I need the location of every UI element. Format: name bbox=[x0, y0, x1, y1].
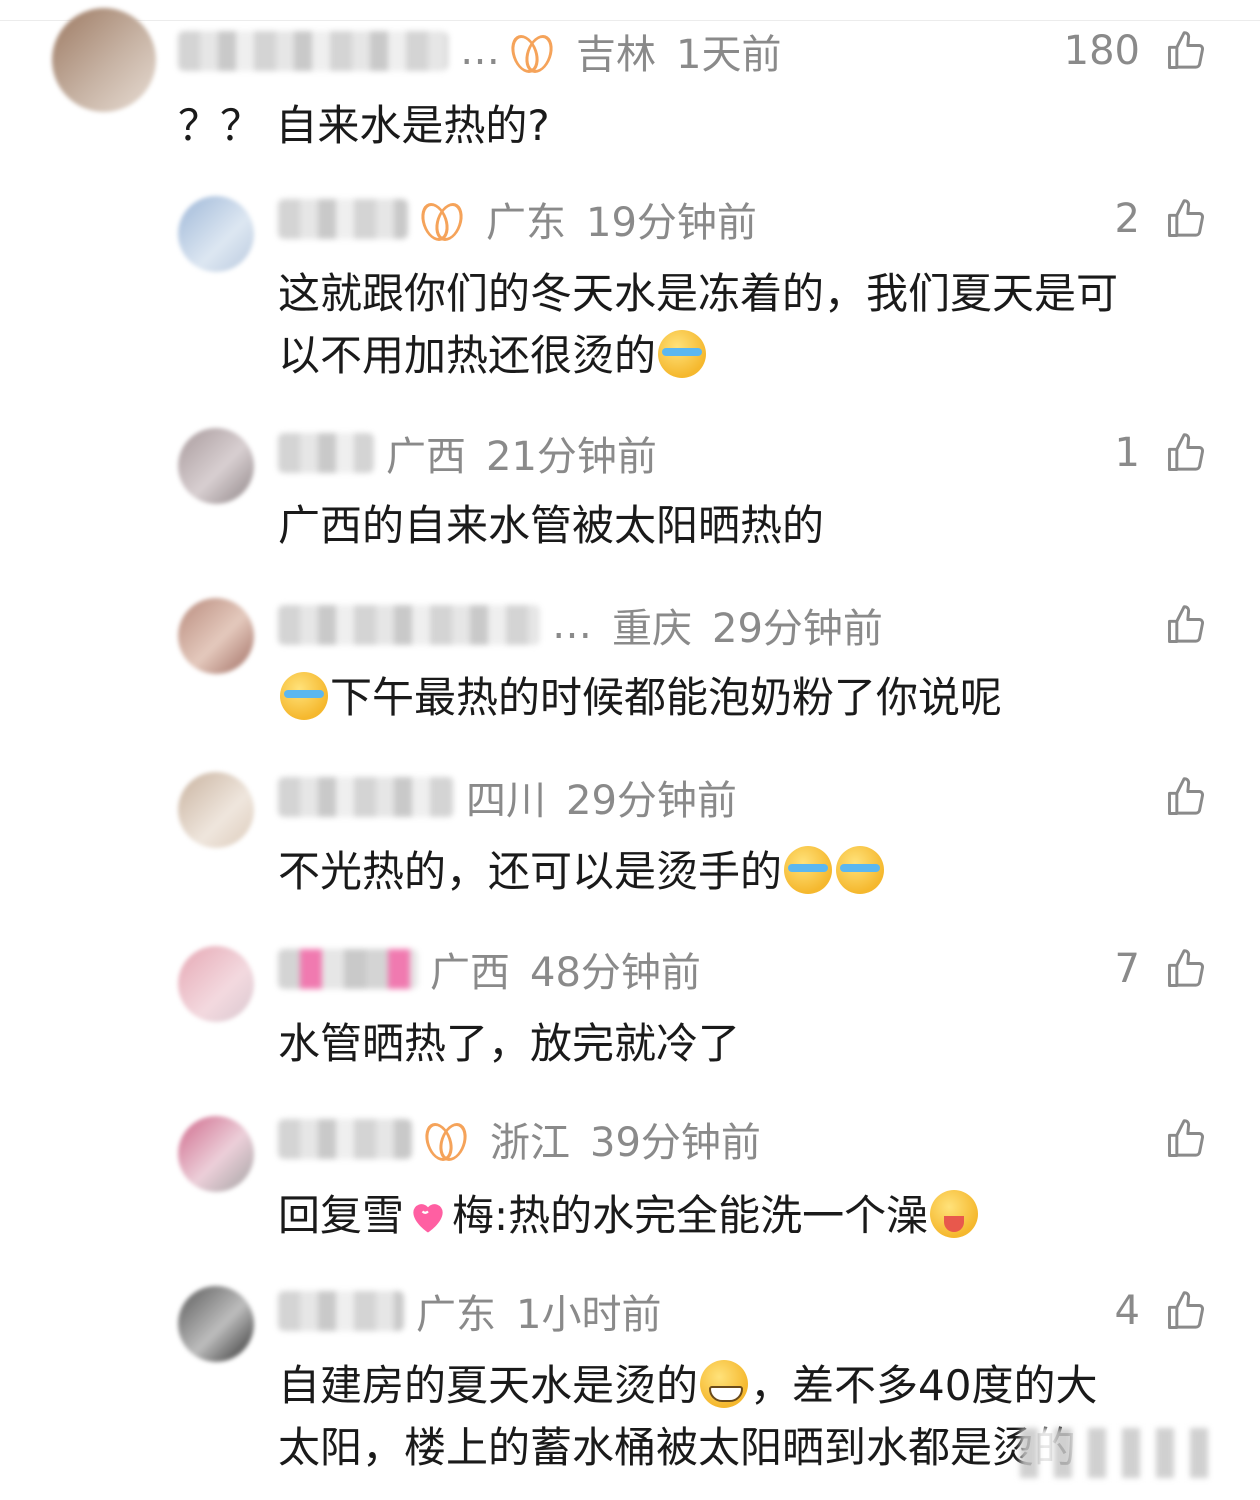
pink-heart-icon bbox=[413, 1204, 443, 1233]
username-blurred[interactable] bbox=[278, 777, 454, 817]
comment-meta: … 重庆 29分钟前 bbox=[278, 600, 883, 652]
comment-text: ？？ 自来水是热的? bbox=[178, 101, 550, 150]
like-button[interactable]: 4 bbox=[1115, 1286, 1208, 1336]
username-blurred[interactable] bbox=[278, 1119, 412, 1159]
like-button[interactable] bbox=[1164, 600, 1208, 650]
comment-meta: 四川 29分钟前 bbox=[278, 772, 737, 824]
butterfly-badge-icon bbox=[510, 31, 554, 71]
thumbs-up-icon bbox=[1168, 31, 1205, 69]
location: 广西 bbox=[430, 950, 510, 996]
username-blurred[interactable] bbox=[278, 1291, 404, 1331]
username-ellipsis: … bbox=[552, 602, 592, 648]
avatar[interactable] bbox=[178, 772, 254, 848]
comment-text: 水管晒热了，放完就冷了 bbox=[278, 1019, 741, 1068]
comment-text: 以不用加热还很烫的 bbox=[278, 331, 657, 380]
comment-text-line-1: 自建房的夏天水是烫的 ，差不多40度的大 bbox=[278, 1356, 1097, 1416]
thumbs-up-icon bbox=[1168, 433, 1205, 471]
reply-text: 梅:热的水完全能洗一个澡 bbox=[452, 1191, 929, 1240]
comment-text: 广西的自来水管被太阳晒热的 bbox=[278, 501, 825, 550]
avatar[interactable] bbox=[178, 598, 254, 674]
reply-prefix: 回复雪 bbox=[278, 1191, 405, 1240]
timestamp: 39分钟前 bbox=[590, 1120, 761, 1166]
location: 广西 bbox=[386, 434, 466, 480]
crying-laughing-emoji bbox=[658, 330, 707, 378]
like-count: 2 bbox=[1114, 196, 1140, 242]
location: 广东 bbox=[486, 200, 566, 246]
like-button[interactable]: 1 bbox=[1115, 428, 1208, 478]
avatar[interactable] bbox=[178, 196, 254, 272]
comment-text-row: 回复雪 梅:热的水完全能洗一个澡 bbox=[278, 1186, 980, 1246]
comment-text-line-1: 这就跟你们的冬天水是冻着的，我们夏天是可 bbox=[278, 269, 1119, 318]
timestamp: 1天前 bbox=[676, 32, 782, 78]
location: 浙江 bbox=[490, 1120, 570, 1166]
watermark-blurred bbox=[1020, 1428, 1220, 1478]
crying-laughing-emoji bbox=[784, 846, 833, 894]
like-button[interactable]: 2 bbox=[1115, 194, 1208, 244]
comment-meta: 广西 21分钟前 bbox=[278, 428, 657, 480]
comment-text-row: 不光热的，还可以是烫手的 bbox=[278, 842, 886, 902]
comment-meta: … 吉林 1天前 bbox=[178, 26, 781, 78]
like-button[interactable]: 7 bbox=[1115, 944, 1208, 994]
timestamp: 1小时前 bbox=[516, 1292, 662, 1338]
crying-laughing-emoji bbox=[836, 846, 885, 894]
like-button[interactable]: 180 bbox=[1064, 26, 1208, 76]
thumbs-up-icon bbox=[1168, 949, 1205, 987]
timestamp: 29分钟前 bbox=[712, 606, 883, 652]
thumbs-up-icon bbox=[1168, 1119, 1205, 1157]
location: 重庆 bbox=[612, 606, 692, 652]
username-blurred[interactable] bbox=[278, 433, 374, 473]
thumbs-up-icon bbox=[1168, 1291, 1205, 1329]
like-count: 180 bbox=[1063, 28, 1140, 74]
location: 四川 bbox=[466, 778, 546, 824]
comment-text: 自建房的夏天水是烫的 bbox=[278, 1361, 699, 1410]
avatar[interactable] bbox=[52, 8, 156, 112]
like-count: 7 bbox=[1114, 946, 1140, 992]
avatar[interactable] bbox=[178, 1116, 254, 1192]
username-blurred[interactable] bbox=[278, 199, 408, 239]
username-ellipsis: … bbox=[460, 28, 500, 74]
comment-text-line-2: 以不用加热还很烫的 bbox=[278, 326, 708, 386]
location: 吉林 bbox=[576, 32, 656, 78]
timestamp: 29分钟前 bbox=[566, 778, 737, 824]
thumbs-up-icon bbox=[1168, 605, 1205, 643]
username-blurred[interactable] bbox=[278, 949, 418, 989]
like-button[interactable] bbox=[1164, 772, 1208, 822]
avatar[interactable] bbox=[178, 1286, 254, 1362]
comment-text-row: 下午最热的时候都能泡奶粉了你说呢 bbox=[278, 668, 1002, 728]
timestamp: 48分钟前 bbox=[530, 950, 701, 996]
top-divider bbox=[0, 20, 1260, 21]
username-blurred[interactable] bbox=[178, 31, 448, 71]
like-button[interactable] bbox=[1164, 1114, 1208, 1164]
location: 广东 bbox=[416, 1292, 496, 1338]
comment-text: 不光热的，还可以是烫手的 bbox=[278, 847, 783, 896]
comment-meta: 浙江 39分钟前 bbox=[278, 1114, 761, 1166]
comment-text-line-2: 太阳，楼上的蓄水桶被太阳晒到水都是烫的 bbox=[278, 1423, 1077, 1472]
timestamp: 19分钟前 bbox=[586, 200, 757, 246]
like-count: 1 bbox=[1114, 430, 1140, 476]
comment-text: ，差不多40度的大 bbox=[750, 1361, 1098, 1410]
thumbs-up-icon bbox=[1168, 777, 1205, 815]
avatar[interactable] bbox=[178, 946, 254, 1022]
avatar[interactable] bbox=[178, 428, 254, 504]
timestamp: 21分钟前 bbox=[486, 434, 657, 480]
comment-meta: 广东 19分钟前 bbox=[278, 194, 757, 246]
drooling-emoji bbox=[930, 1190, 979, 1238]
butterfly-badge-icon bbox=[420, 199, 464, 239]
like-count: 4 bbox=[1114, 1288, 1140, 1334]
crying-laughing-emoji bbox=[280, 672, 328, 720]
username-blurred[interactable] bbox=[278, 605, 540, 645]
grinning-emoji bbox=[700, 1360, 749, 1408]
comment-text: 下午最热的时候都能泡奶粉了你说呢 bbox=[330, 673, 1003, 722]
comment-meta: 广西 48分钟前 bbox=[278, 944, 701, 996]
comment-meta: 广东 1小时前 bbox=[278, 1286, 661, 1338]
thumbs-up-icon bbox=[1168, 199, 1205, 237]
butterfly-badge-icon bbox=[424, 1119, 468, 1159]
